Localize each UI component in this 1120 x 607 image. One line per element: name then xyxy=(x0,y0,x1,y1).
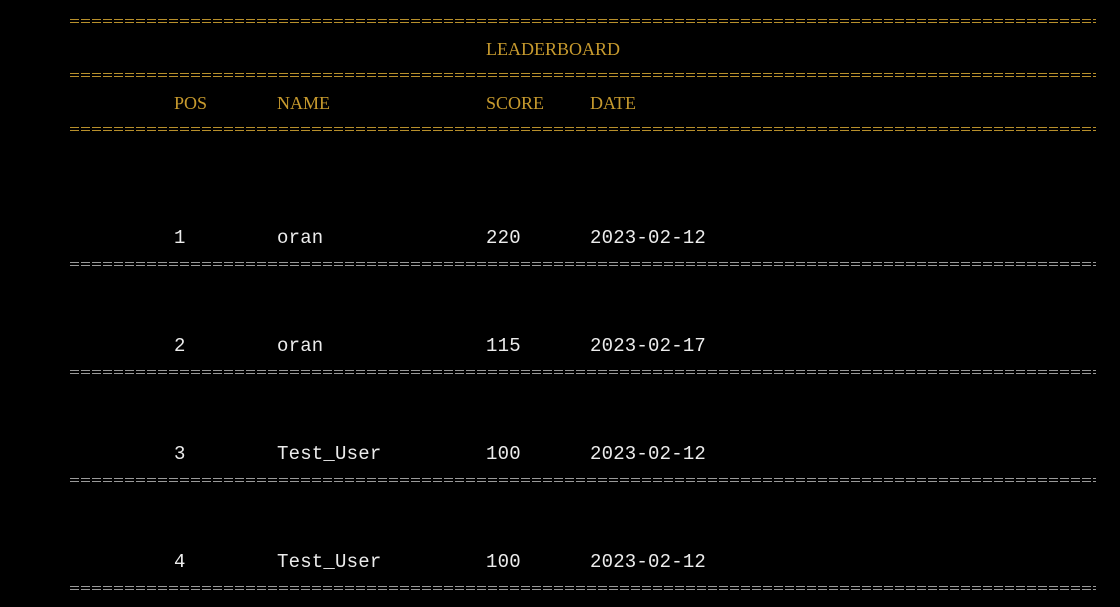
header-score: SCORE xyxy=(486,93,545,113)
row-1-date: 2023-02-12 xyxy=(590,227,707,249)
row-3-name: Test_User xyxy=(277,443,382,465)
row-3-pos: 3 xyxy=(174,443,186,465)
row-2-divider xyxy=(70,367,1096,377)
row-4-pos: 4 xyxy=(174,551,186,573)
row-4-name: Test_User xyxy=(277,551,382,573)
row-2-pos: 2 xyxy=(174,335,186,357)
leaderboard-title: LEADERBOARD xyxy=(486,39,620,59)
title-divider xyxy=(70,70,1096,80)
row-2-date: 2023-02-17 xyxy=(590,335,707,357)
row-1-divider xyxy=(70,259,1096,269)
row-3-date: 2023-02-12 xyxy=(590,443,707,465)
header-pos: POS xyxy=(174,93,208,113)
row-4-date: 2023-02-12 xyxy=(590,551,707,573)
top-divider xyxy=(70,16,1096,26)
row-3-score: 100 xyxy=(486,443,521,465)
row-4-score: 100 xyxy=(486,551,521,573)
terminal-screen: LEADERBOARD POS NAME SCORE DATE 1 oran 2… xyxy=(0,0,1120,607)
header-name: NAME xyxy=(277,93,330,113)
row-2-score: 115 xyxy=(486,335,521,357)
row-1-name: oran xyxy=(277,227,324,249)
header-divider xyxy=(70,124,1096,134)
header-date: DATE xyxy=(590,93,636,113)
row-1-score: 220 xyxy=(486,227,521,249)
row-1-pos: 1 xyxy=(174,227,186,249)
row-3-divider xyxy=(70,475,1096,485)
row-2-name: oran xyxy=(277,335,324,357)
row-4-divider xyxy=(70,583,1096,593)
